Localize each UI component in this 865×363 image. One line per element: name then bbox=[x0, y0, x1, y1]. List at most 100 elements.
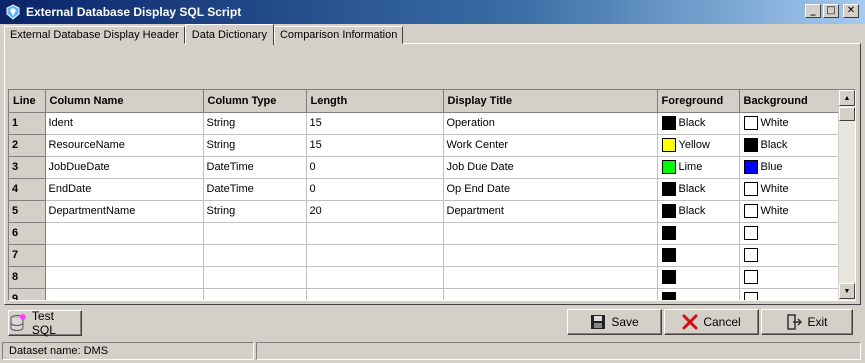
background-cell[interactable] bbox=[739, 222, 839, 245]
table-row[interactable]: 7 bbox=[9, 244, 839, 267]
line-number-cell[interactable]: 2 bbox=[9, 134, 46, 157]
display-title-cell[interactable] bbox=[443, 222, 658, 245]
table-row[interactable]: 2 ResourceName String 15 Work Center Yellow Bl… bbox=[9, 134, 839, 157]
line-number-cell[interactable]: 6 bbox=[9, 222, 46, 245]
save-button[interactable]: Save bbox=[567, 309, 662, 335]
background-header[interactable]: Background bbox=[739, 90, 839, 113]
background-cell[interactable]: White bbox=[739, 200, 839, 223]
background-cell[interactable]: Blue bbox=[739, 156, 839, 179]
length-header[interactable]: Length bbox=[306, 90, 444, 113]
line-number-cell[interactable]: 4 bbox=[9, 178, 46, 201]
tab-data-dictionary[interactable]: Data Dictionary bbox=[184, 24, 274, 45]
column-name-cell[interactable] bbox=[45, 222, 204, 245]
foreground-cell[interactable]: Yellow bbox=[657, 134, 740, 157]
foreground-cell[interactable]: Black bbox=[657, 112, 740, 135]
length-cell[interactable]: 15 bbox=[306, 112, 444, 135]
foreground-cell[interactable] bbox=[657, 244, 740, 267]
tab-external-database-display-header[interactable]: External Database Display Header bbox=[4, 26, 185, 44]
length-cell[interactable]: 0 bbox=[306, 178, 444, 201]
table-row[interactable]: 9 bbox=[9, 288, 839, 300]
display-title-cell[interactable]: Work Center bbox=[443, 134, 658, 157]
display-title-cell[interactable]: Job Due Date bbox=[443, 156, 658, 179]
length-cell[interactable] bbox=[306, 288, 444, 300]
table-row[interactable]: 3 JobDueDate DateTime 0 Job Due Date Lime Blue bbox=[9, 156, 839, 179]
column-name-cell[interactable]: DepartmentName bbox=[45, 200, 204, 223]
column-type-cell[interactable] bbox=[203, 244, 307, 267]
vertical-scrollbar[interactable]: ▲ ▼ bbox=[838, 90, 855, 300]
table-row[interactable]: 8 bbox=[9, 266, 839, 289]
background-cell[interactable]: White bbox=[739, 112, 839, 135]
column-name-cell[interactable] bbox=[45, 266, 204, 289]
length-cell[interactable]: 20 bbox=[306, 200, 444, 223]
column-type-cell[interactable]: DateTime bbox=[203, 178, 307, 201]
column-name-cell[interactable]: Ident bbox=[45, 112, 204, 135]
display-title-cell[interactable] bbox=[443, 288, 658, 300]
scroll-thumb[interactable] bbox=[839, 107, 855, 121]
table-row[interactable]: 5 DepartmentName String 20 Department Black Wh… bbox=[9, 200, 839, 223]
column-name-cell[interactable]: EndDate bbox=[45, 178, 204, 201]
column-name-header[interactable]: Column Name bbox=[45, 90, 204, 113]
background-cell[interactable] bbox=[739, 266, 839, 289]
foreground-cell[interactable] bbox=[657, 266, 740, 289]
maximize-button[interactable]: □ bbox=[823, 4, 839, 18]
cancel-label: Cancel bbox=[703, 315, 741, 329]
table-row[interactable]: 6 bbox=[9, 222, 839, 245]
length-cell[interactable] bbox=[306, 222, 444, 245]
line-number-cell[interactable]: 8 bbox=[9, 266, 46, 289]
scroll-down-icon[interactable]: ▼ bbox=[839, 283, 855, 299]
column-type-cell[interactable]: String bbox=[203, 134, 307, 157]
column-type-cell[interactable]: String bbox=[203, 112, 307, 135]
display-title-cell[interactable] bbox=[443, 244, 658, 267]
length-cell[interactable] bbox=[306, 266, 444, 289]
foreground-cell[interactable] bbox=[657, 288, 740, 300]
table-row[interactable]: 1 Ident String 15 Operation Black White bbox=[9, 112, 839, 135]
line-header[interactable]: Line bbox=[9, 90, 46, 113]
length-cell[interactable]: 0 bbox=[306, 156, 444, 179]
line-number-cell[interactable]: 7 bbox=[9, 244, 46, 267]
tab-comparison-information[interactable]: Comparison Information bbox=[273, 26, 404, 44]
table-row[interactable]: 4 EndDate DateTime 0 Op End Date Black White bbox=[9, 178, 839, 201]
display-title-cell[interactable]: Op End Date bbox=[443, 178, 658, 201]
line-number-cell[interactable]: 3 bbox=[9, 156, 46, 179]
minimize-button[interactable]: _ bbox=[805, 4, 821, 18]
foreground-header[interactable]: Foreground bbox=[657, 90, 740, 113]
display-title-cell[interactable]: Operation bbox=[443, 112, 658, 135]
column-type-header[interactable]: Column Type bbox=[203, 90, 307, 113]
length-cell[interactable]: 15 bbox=[306, 134, 444, 157]
background-cell[interactable] bbox=[739, 288, 839, 300]
column-type-cell[interactable] bbox=[203, 222, 307, 245]
app-icon bbox=[6, 4, 20, 20]
column-name-cell[interactable] bbox=[45, 244, 204, 267]
background-cell[interactable]: Black bbox=[739, 134, 839, 157]
foreground-cell[interactable] bbox=[657, 222, 740, 245]
line-number-cell[interactable]: 1 bbox=[9, 112, 46, 135]
close-button[interactable]: ✕ bbox=[843, 4, 859, 18]
background-cell[interactable]: White bbox=[739, 178, 839, 201]
column-type-cell[interactable]: DateTime bbox=[203, 156, 307, 179]
display-title-cell[interactable] bbox=[443, 266, 658, 289]
color-swatch bbox=[743, 204, 758, 218]
foreground-cell[interactable]: Lime bbox=[657, 156, 740, 179]
column-name-cell[interactable]: JobDueDate bbox=[45, 156, 204, 179]
line-number-cell[interactable]: 9 bbox=[9, 288, 46, 300]
color-swatch bbox=[661, 204, 676, 218]
column-name-cell[interactable] bbox=[45, 288, 204, 300]
scroll-up-icon[interactable]: ▲ bbox=[839, 90, 855, 106]
foreground-cell[interactable]: Black bbox=[657, 178, 740, 201]
test-sql-button[interactable]: Test SQL bbox=[8, 309, 82, 337]
line-number-cell[interactable]: 5 bbox=[9, 200, 46, 223]
column-type-cell[interactable] bbox=[203, 266, 307, 289]
column-type-cell[interactable]: String bbox=[203, 200, 307, 223]
length-cell[interactable] bbox=[306, 244, 444, 267]
foreground-cell[interactable]: Black bbox=[657, 200, 740, 223]
display-title-cell[interactable]: Department bbox=[443, 200, 658, 223]
display-title-header[interactable]: Display Title bbox=[443, 90, 658, 113]
column-name-cell[interactable]: ResourceName bbox=[45, 134, 204, 157]
color-name: Black bbox=[678, 205, 706, 217]
exit-button[interactable]: Exit bbox=[761, 309, 853, 335]
foreground-picker bbox=[661, 248, 736, 262]
column-type-cell[interactable] bbox=[203, 288, 307, 300]
background-cell[interactable] bbox=[739, 244, 839, 267]
data-dictionary-grid[interactable]: Line Column Name Column Type Length Display … bbox=[8, 89, 856, 301]
cancel-button[interactable]: Cancel bbox=[664, 309, 759, 335]
